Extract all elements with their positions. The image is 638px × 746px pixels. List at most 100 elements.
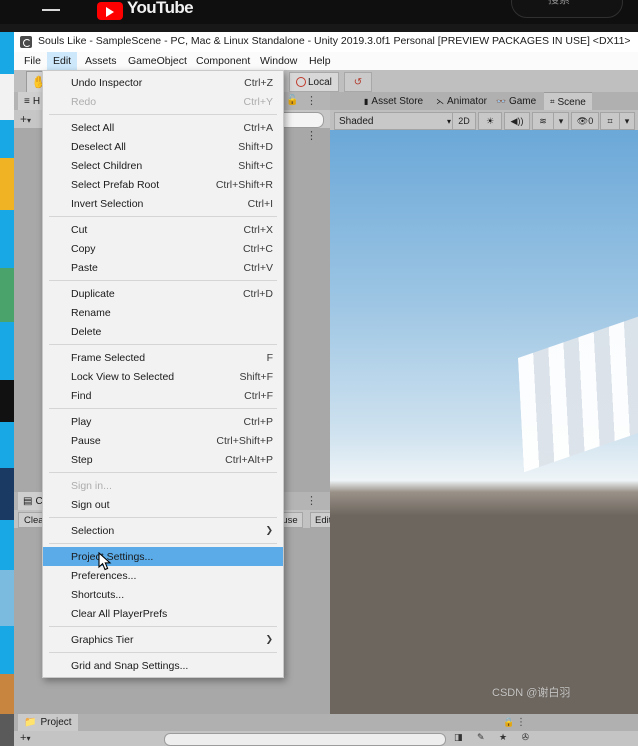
fx-button[interactable]: ≋ bbox=[532, 112, 554, 130]
grid-button[interactable]: ⌗ bbox=[600, 112, 620, 130]
tab-asset-store[interactable]: ▮ Asset Store bbox=[358, 92, 429, 110]
menu-separator bbox=[49, 517, 277, 518]
menu-item-shortcuts[interactable]: Shortcuts... bbox=[43, 585, 283, 604]
menu-bar: File Edit Assets GameObject Component Window H… bbox=[14, 52, 638, 70]
menu-item-frame-selected[interactable]: Frame Selected F bbox=[43, 348, 283, 367]
unity-logo-icon bbox=[20, 36, 32, 48]
menubar-item-edit[interactable]: Edit bbox=[47, 52, 78, 70]
menubar-item-help[interactable]: Help bbox=[303, 52, 337, 70]
menu-item-shortcut: Shift+F bbox=[239, 370, 273, 383]
kebab-menu-icon[interactable]: ⋮ bbox=[306, 130, 317, 143]
menu-separator bbox=[49, 472, 277, 473]
menu-item-shortcut: Ctrl+C bbox=[242, 242, 273, 255]
menu-item-play[interactable]: Play Ctrl+P bbox=[43, 412, 283, 431]
menu-item-sign-in[interactable]: Sign in... bbox=[43, 476, 283, 495]
menu-item-label: Grid and Snap Settings... bbox=[71, 659, 189, 672]
menubar-item-file[interactable]: File bbox=[18, 52, 47, 70]
fx-dropdown-button[interactable]: ▾ bbox=[553, 112, 569, 130]
menubar-item-gameobject[interactable]: GameObject bbox=[122, 52, 193, 70]
toggle-lighting-button[interactable]: ☀ bbox=[478, 112, 502, 130]
project-filter-icons[interactable]: ◨ ✎ ★ ✇ bbox=[454, 732, 535, 743]
scene-panel: ▮ Asset Store ⋋ Animator 👓 Game ⌗ Scene Shaded … bbox=[330, 92, 638, 714]
menu-item-shortcut: Ctrl+Alt+P bbox=[225, 453, 273, 466]
menu-item-lock-view-to-selected[interactable]: Lock View to Selected Shift+F bbox=[43, 367, 283, 386]
menu-item-undo-inspector[interactable]: Undo Inspector Ctrl+Z bbox=[43, 73, 283, 92]
menu-item-label: Frame Selected bbox=[71, 351, 146, 364]
menu-item-shortcut: Ctrl+Shift+P bbox=[216, 434, 273, 447]
tab-label: Scene bbox=[557, 96, 586, 108]
menu-item-label: Shortcuts... bbox=[71, 588, 125, 601]
menu-item-shortcut: Ctrl+X bbox=[243, 223, 273, 236]
menu-item-shortcut: Ctrl+I bbox=[247, 197, 273, 210]
kebab-menu-icon[interactable]: ⋮ bbox=[306, 494, 317, 508]
menu-item-shortcut: Ctrl+A bbox=[243, 121, 273, 134]
toggle-2d-button[interactable]: 2D bbox=[452, 112, 476, 130]
scene-visibility-button[interactable]: 👁0 bbox=[571, 112, 599, 130]
menu-item-cut[interactable]: Cut Ctrl+X bbox=[43, 220, 283, 239]
menu-item-invert-selection[interactable]: Invert Selection Ctrl+I bbox=[43, 194, 283, 213]
pivot-icon bbox=[296, 77, 306, 87]
add-gameobject-button[interactable]: +▾ bbox=[20, 112, 31, 126]
menu-item-label: Deselect All bbox=[71, 140, 126, 153]
menu-item-pause[interactable]: Pause Ctrl+Shift+P bbox=[43, 431, 283, 450]
scene-viewport[interactable] bbox=[330, 130, 638, 714]
menu-separator bbox=[49, 344, 277, 345]
folder-icon: 📁 bbox=[24, 717, 37, 728]
hamburger-icon[interactable] bbox=[42, 9, 60, 11]
menu-item-find[interactable]: Find Ctrl+F bbox=[43, 386, 283, 405]
tab-project-label: Project bbox=[40, 717, 72, 728]
lock-icon[interactable]: 🔓 bbox=[286, 95, 298, 106]
menu-item-rename[interactable]: Rename bbox=[43, 303, 283, 322]
youtube-wordmark: YouTube bbox=[127, 0, 194, 17]
grid-dropdown-button[interactable]: ▾ bbox=[619, 112, 635, 130]
menubar-item-window[interactable]: Window bbox=[254, 52, 303, 70]
menu-item-label: Redo bbox=[71, 95, 97, 108]
menu-item-deselect-all[interactable]: Deselect All Shift+D bbox=[43, 137, 283, 156]
menu-separator bbox=[49, 652, 277, 653]
project-add-button[interactable]: +▾ bbox=[20, 732, 30, 744]
kebab-menu-icon[interactable]: ⋮ bbox=[306, 94, 317, 108]
menu-item-label: Invert Selection bbox=[71, 197, 144, 210]
chevron-down-icon: ▾ bbox=[26, 734, 31, 743]
menu-item-copy[interactable]: Copy Ctrl+C bbox=[43, 239, 283, 258]
console-icon: ▤ bbox=[23, 495, 33, 507]
menu-item-graphics-tier[interactable]: Graphics Tier ❯ bbox=[43, 630, 283, 649]
project-search-input[interactable] bbox=[164, 733, 446, 746]
menu-item-clear-all-playerprefs[interactable]: Clear All PlayerPrefs bbox=[43, 604, 283, 623]
menu-item-project-settings[interactable]: Project Settings... bbox=[43, 547, 283, 566]
menu-item-selection[interactable]: Selection ❯ bbox=[43, 521, 283, 540]
add-gameobject-label: + bbox=[20, 112, 28, 126]
tab-project[interactable]: 📁 Project bbox=[18, 714, 78, 731]
menu-item-redo[interactable]: Redo Ctrl+Y bbox=[43, 92, 283, 111]
youtube-header-shadow bbox=[0, 24, 638, 32]
menu-item-label: Sign in... bbox=[71, 479, 112, 492]
tab-animator[interactable]: ⋋ Animator bbox=[430, 92, 493, 110]
menu-item-shortcut: Ctrl+P bbox=[243, 415, 273, 428]
menu-item-select-prefab-root[interactable]: Select Prefab Root Ctrl+Shift+R bbox=[43, 175, 283, 194]
menu-item-delete[interactable]: Delete bbox=[43, 322, 283, 341]
menu-item-label: Select Children bbox=[71, 159, 143, 172]
menu-item-step[interactable]: Step Ctrl+Alt+P bbox=[43, 450, 283, 469]
youtube-logo-icon[interactable] bbox=[97, 2, 123, 20]
menu-item-preferences[interactable]: Preferences... bbox=[43, 566, 283, 585]
menu-item-paste[interactable]: Paste Ctrl+V bbox=[43, 258, 283, 277]
menu-item-grid-and-snap-settings[interactable]: Grid and Snap Settings... bbox=[43, 656, 283, 675]
kebab-menu-icon[interactable]: ⋮ bbox=[516, 716, 526, 729]
collab-history-icon[interactable]: ↺ bbox=[344, 72, 372, 92]
toggle-audio-button[interactable]: ◀)) bbox=[504, 112, 530, 130]
menu-item-duplicate[interactable]: Duplicate Ctrl+D bbox=[43, 284, 283, 303]
draw-mode-dropdown[interactable]: Shaded ▾ bbox=[334, 112, 456, 130]
menubar-item-component[interactable]: Component bbox=[190, 52, 256, 70]
menu-item-label: Rename bbox=[71, 306, 111, 319]
menu-item-sign-out[interactable]: Sign out bbox=[43, 495, 283, 514]
menu-item-select-all[interactable]: Select All Ctrl+A bbox=[43, 118, 283, 137]
tab-scene[interactable]: ⌗ Scene bbox=[544, 92, 592, 111]
menu-item-select-children[interactable]: Select Children Shift+C bbox=[43, 156, 283, 175]
pivot-rotation-button[interactable]: Local bbox=[289, 72, 339, 92]
menubar-item-assets[interactable]: Assets bbox=[79, 52, 123, 70]
menu-item-label: Graphics Tier bbox=[71, 633, 134, 646]
menu-item-label: Sign out bbox=[71, 498, 110, 511]
menu-separator bbox=[49, 114, 277, 115]
lock-icon[interactable]: 🔒 bbox=[503, 717, 514, 728]
tab-game[interactable]: 👓 Game bbox=[490, 92, 542, 110]
